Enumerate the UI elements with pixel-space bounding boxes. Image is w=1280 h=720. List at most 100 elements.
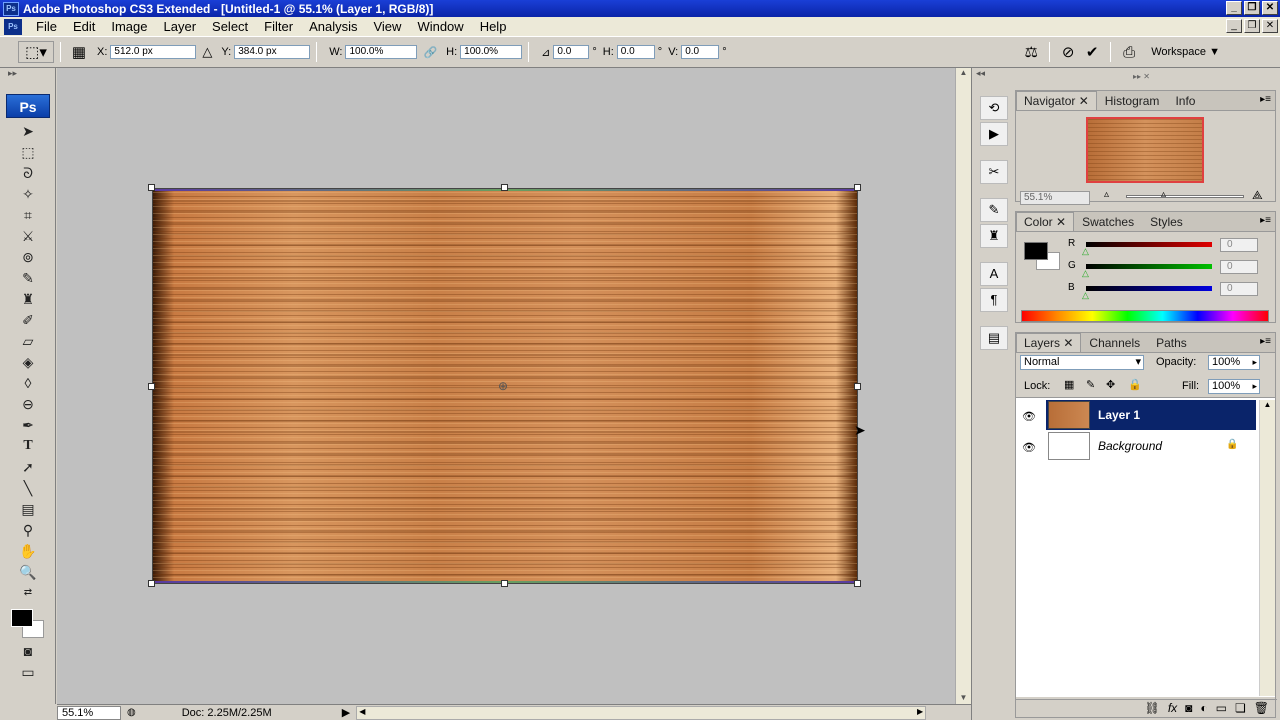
cancel-transform-icon[interactable]: ⊘ [1056, 41, 1080, 63]
warp-icon[interactable]: ⚖ [1019, 41, 1043, 63]
red-slider[interactable] [1086, 242, 1212, 247]
tool-presets-panel-icon[interactable]: ✂ [980, 160, 1008, 184]
link-icon[interactable]: 🔗 [423, 46, 437, 59]
path-selection-tool-icon[interactable]: ➚ [16, 457, 40, 477]
transform-handle-right[interactable] [854, 383, 861, 390]
canvas-vertical-scrollbar[interactable]: ▲ ▼ [955, 68, 971, 704]
screen-mode-icon[interactable]: ▭ [16, 662, 40, 682]
adjustment-layer-icon[interactable]: ◐ [1200, 700, 1207, 717]
marquee-tool-icon[interactable]: ⬚ [16, 142, 40, 162]
background-layer-name[interactable]: Background [1098, 439, 1162, 453]
tab-color[interactable]: Color ✕ [1016, 212, 1075, 231]
layer-style-icon[interactable]: fx [1168, 700, 1177, 717]
bridge-icon[interactable]: ⎙ [1117, 41, 1141, 63]
red-value-field[interactable]: 0 [1220, 238, 1258, 252]
transform-handle-bottom-right[interactable] [854, 580, 861, 587]
tab-styles[interactable]: Styles [1142, 212, 1191, 231]
layers-menu-icon[interactable]: ▸≡ [1260, 336, 1271, 347]
commit-transform-icon[interactable]: ✔ [1080, 41, 1104, 63]
type-tool-icon[interactable]: T [16, 436, 40, 456]
lock-all-icon[interactable]: 🔒 [1128, 378, 1142, 391]
tab-info[interactable]: Info [1167, 91, 1203, 110]
opacity-field[interactable]: 100% ▸ [1208, 355, 1260, 370]
clone-stamp-tool-icon[interactable]: ♜ [16, 289, 40, 309]
menu-layer[interactable]: Layer [156, 19, 205, 34]
color-menu-icon[interactable]: ▸≡ [1260, 215, 1271, 226]
zoom-slider-handle[interactable]: ▵ [1161, 189, 1166, 200]
menu-edit[interactable]: Edit [65, 19, 103, 34]
transform-handle-bottom-left[interactable] [148, 580, 155, 587]
transform-handle-left[interactable] [148, 383, 155, 390]
tool-preset-icon[interactable]: ⬚▾ [18, 41, 54, 63]
history-brush-tool-icon[interactable]: ✐ [16, 310, 40, 330]
blue-slider[interactable] [1086, 286, 1212, 291]
brushes-panel-icon[interactable]: ✎ [980, 198, 1008, 222]
x-position-field[interactable]: 512.0 px [110, 45, 197, 59]
minimize-button[interactable]: _ [1226, 1, 1242, 15]
tab-channels[interactable]: Channels [1081, 333, 1148, 352]
green-value-field[interactable]: 0 [1220, 260, 1258, 274]
vertical-skew-field[interactable]: 0.0 [681, 45, 720, 59]
magic-wand-tool-icon[interactable]: ✧ [16, 184, 40, 204]
menu-select[interactable]: Select [204, 19, 256, 34]
navigator-zoom-slider[interactable] [1126, 195, 1244, 198]
pen-tool-icon[interactable]: ✒ [16, 415, 40, 435]
foreground-color-swatch[interactable] [11, 609, 33, 627]
link-layers-icon[interactable]: ⛓ [1145, 700, 1160, 717]
doc-close-button[interactable]: ✕ [1262, 19, 1278, 33]
fill-arrow-icon[interactable]: ▸ [1252, 380, 1257, 393]
layers-scrollbar[interactable]: ▲ [1259, 400, 1275, 696]
dodge-tool-icon[interactable]: ⊖ [16, 394, 40, 414]
notes-tool-icon[interactable]: ▤ [16, 499, 40, 519]
reference-point-icon[interactable]: ▦ [67, 41, 91, 63]
paint-bucket-tool-icon[interactable]: ◈ [16, 352, 40, 372]
close-button[interactable]: ✕ [1262, 1, 1278, 15]
zoom-tool-icon[interactable]: 🔍 [16, 562, 40, 582]
delta-icon[interactable]: △ [202, 44, 212, 60]
layer-1-name[interactable]: Layer 1 [1098, 408, 1140, 422]
horizontal-scrollbar[interactable]: ◀ ▶ [356, 705, 927, 720]
doc-minimize-button[interactable]: _ [1226, 19, 1242, 33]
menu-image[interactable]: Image [103, 19, 155, 34]
canvas-area[interactable]: ⊕ ➤ [57, 68, 955, 704]
quick-mask-icon[interactable]: ◙ [16, 641, 40, 661]
panels-top-grip[interactable]: ▸▸ ✕ [1013, 72, 1280, 82]
fill-field[interactable]: 100% ▸ [1208, 379, 1260, 394]
tab-paths[interactable]: Paths [1148, 333, 1195, 352]
doc-restore-button[interactable]: ❐ [1244, 19, 1260, 33]
delete-layer-icon[interactable]: 🗑 [1254, 700, 1269, 717]
layer-comps-panel-icon[interactable]: ▤ [980, 326, 1008, 350]
swap-colors-icon[interactable]: ⇄ [16, 583, 40, 603]
menu-window[interactable]: Window [409, 19, 471, 34]
height-field[interactable]: 100.0% [460, 45, 523, 59]
blend-mode-select[interactable]: Normal ▾ [1020, 355, 1144, 370]
transform-center-icon[interactable]: ⊕ [498, 379, 508, 393]
status-menu-arrow-icon[interactable]: ▶ [342, 706, 350, 719]
lock-transparent-icon[interactable]: ▦ [1064, 378, 1074, 391]
transform-handle-top-left[interactable] [148, 184, 155, 191]
history-panel-icon[interactable]: ⟲ [980, 96, 1008, 120]
horizontal-skew-field[interactable]: 0.0 [616, 45, 655, 59]
new-layer-icon[interactable]: ❏ [1235, 700, 1246, 717]
navigator-menu-icon[interactable]: ▸≡ [1260, 94, 1271, 105]
zoom-in-icon[interactable]: ⟁ [1252, 188, 1263, 203]
transform-handle-top[interactable] [501, 184, 508, 191]
workspace-menu[interactable]: Workspace ▼ [1151, 46, 1220, 58]
status-info-icon[interactable]: ◍ [127, 707, 136, 718]
menu-help[interactable]: Help [472, 19, 515, 34]
color-foreground-swatch[interactable] [1024, 242, 1048, 260]
layer-1-visibility-eye-icon[interactable]: 👁 [1020, 410, 1038, 423]
tab-histogram[interactable]: Histogram [1097, 91, 1168, 110]
clone-source-panel-icon[interactable]: ♜ [980, 224, 1008, 248]
background-visibility-eye-icon[interactable]: 👁 [1020, 441, 1038, 454]
lock-position-icon[interactable]: ✥ [1106, 378, 1115, 391]
lasso-tool-icon[interactable]: ᘐ [16, 163, 40, 183]
tab-navigator[interactable]: Navigator ✕ [1016, 91, 1097, 110]
menu-file[interactable]: File [28, 19, 65, 34]
layer-row-layer-1[interactable]: Layer 1 [1046, 400, 1256, 430]
healing-brush-tool-icon[interactable]: ⊚ [16, 247, 40, 267]
dock-grip[interactable]: ◂◂ [972, 68, 1013, 84]
navigator-zoom-field[interactable]: 55.1% [1020, 191, 1090, 205]
menu-filter[interactable]: Filter [256, 19, 301, 34]
blue-slider-handle[interactable]: △ [1082, 290, 1089, 301]
